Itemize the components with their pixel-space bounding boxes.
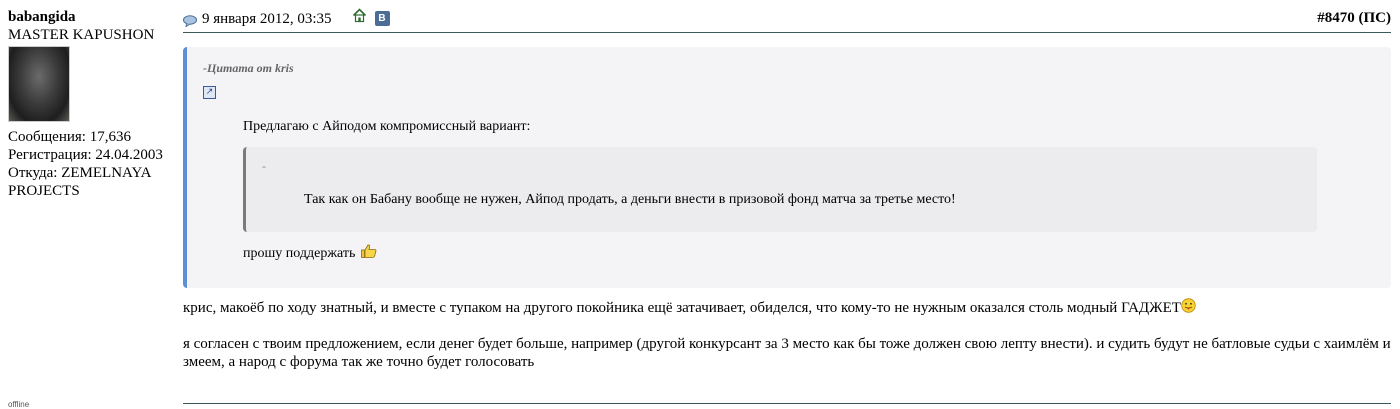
quote-title: -Цитата от kris: [203, 61, 294, 75]
quote-after-text: прошу поддержать: [243, 246, 356, 261]
post-number-link[interactable]: #8470: [1317, 10, 1355, 26]
post-date: 9 января 2012, 03:35: [202, 10, 332, 27]
user-location-cont: PROJECTS: [8, 183, 80, 199]
quote-block: -Цитата от kris ↗ Предлагаю с Айподом ко…: [183, 47, 1391, 288]
message-body: крис, макоёб по ходу знатный, и вместе с…: [183, 298, 1391, 371]
message-paragraph-2: я согласен с твоим предложением, если де…: [183, 336, 1391, 370]
user-title: MASTER KAPUSHON: [8, 27, 155, 43]
home-icon[interactable]: [352, 8, 367, 29]
post-class: (ПС): [1358, 10, 1392, 26]
post-icon: [183, 13, 198, 28]
user-registration: Регистрация: 24.04.2003: [8, 147, 163, 163]
link-icon[interactable]: ↗: [203, 86, 216, 99]
nested-quote: - Так как он Бабану вообще не нужен, Айп…: [243, 147, 1317, 232]
post-number[interactable]: #8470 (ПС): [1317, 8, 1391, 28]
nested-quote-text: Так как он Бабану вообще не нужен, Айпод…: [304, 192, 956, 207]
post-header: 9 января 2012, 03:35 B #8470 (ПС): [183, 8, 1391, 33]
user-status: offline: [8, 400, 30, 409]
avatar[interactable]: [8, 46, 70, 122]
quote-intro: Предлагаю с Айподом компромиссный вариан…: [243, 119, 531, 134]
post-meta: 9 января 2012, 03:35 B: [183, 8, 390, 29]
message-paragraph-1: крис, макоёб по ходу знатный, и вместе с…: [183, 300, 1181, 316]
quote-after: прошу поддержать: [243, 244, 1373, 262]
vk-icon[interactable]: B: [374, 11, 390, 26]
username-link[interactable]: babangida: [8, 8, 178, 26]
tongue-smiley-icon: [1181, 298, 1196, 313]
quote-body: Предлагаю с Айподом компромиссный вариан…: [243, 119, 1373, 262]
user-posts-count: Сообщения: 17,636: [8, 129, 131, 145]
nested-quote-title: -: [262, 159, 266, 173]
thumbs-up-smiley-icon: [360, 244, 377, 258]
user-sidebar: babangida MASTER KAPUSHON Сообщения: 17,…: [8, 8, 178, 200]
post-separator: [183, 403, 1391, 404]
user-location: Откуда: ZEMELNAYA: [8, 165, 152, 181]
message-paragraph: крис, макоёб по ходу знатный, и вместе с…: [183, 298, 1391, 317]
post: 9 января 2012, 03:35 B #8470 (ПС) -Цитат…: [183, 8, 1391, 389]
